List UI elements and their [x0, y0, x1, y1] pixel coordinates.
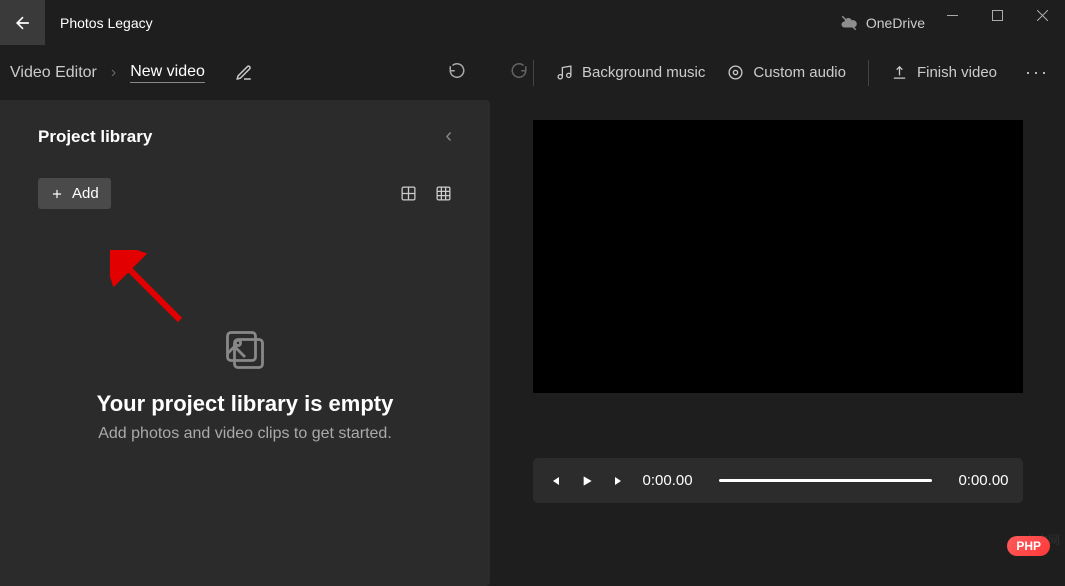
app-title: Photos Legacy	[60, 15, 153, 31]
custom-audio-button[interactable]: Custom audio	[727, 64, 846, 81]
cloud-off-icon	[840, 14, 858, 32]
empty-subtitle: Add photos and video clips to get starte…	[38, 425, 452, 443]
history-controls	[448, 61, 528, 84]
collapse-chevron-icon[interactable]: ‹	[445, 125, 452, 148]
titlebar: Photos Legacy OneDrive	[0, 0, 1065, 45]
edit-icon[interactable]	[235, 64, 253, 82]
background-music-button[interactable]: Background music	[556, 64, 705, 81]
maximize-button[interactable]	[975, 0, 1020, 30]
toolbar: Video Editor › New video Background musi…	[0, 45, 1065, 100]
toolbar-actions: Background music Custom audio Finish vid…	[533, 60, 1055, 86]
video-preview[interactable]	[533, 120, 1023, 393]
play-button[interactable]	[579, 473, 595, 489]
music-icon	[556, 64, 573, 81]
seek-bar[interactable]	[719, 479, 933, 482]
more-button[interactable]: ···	[1019, 62, 1055, 83]
breadcrumb[interactable]: Video Editor › New video	[10, 63, 253, 83]
main-content: Project library ‹ Add Your project libra…	[0, 100, 1065, 586]
player-controls: 0:00.00 0:00.00	[533, 458, 1023, 503]
preview-area: 0:00.00 0:00.00	[490, 100, 1065, 586]
close-button[interactable]	[1020, 0, 1065, 30]
audio-settings-icon	[727, 64, 744, 81]
plus-icon	[50, 187, 64, 201]
time-current: 0:00.00	[643, 472, 693, 489]
previous-frame-button[interactable]	[547, 473, 563, 489]
next-frame-button[interactable]	[611, 473, 627, 489]
media-placeholder-icon	[38, 329, 452, 371]
empty-state: Your project library is empty Add photos…	[38, 329, 452, 443]
grid-large-icon[interactable]	[400, 185, 417, 202]
redo-button[interactable]	[510, 61, 528, 84]
breadcrumb-section[interactable]: Video Editor	[10, 64, 97, 82]
divider	[533, 60, 534, 86]
add-button[interactable]: Add	[38, 178, 111, 209]
project-name[interactable]: New video	[130, 63, 205, 83]
onedrive-label: OneDrive	[866, 15, 925, 31]
php-watermark-badge: PHP	[1007, 536, 1050, 556]
empty-title: Your project library is empty	[38, 391, 452, 417]
back-button[interactable]	[0, 0, 45, 45]
library-actions: Add	[38, 178, 452, 209]
divider	[868, 60, 869, 86]
undo-button[interactable]	[448, 61, 466, 84]
time-total: 0:00.00	[958, 472, 1008, 489]
view-toggles	[400, 185, 452, 202]
grid-small-icon[interactable]	[435, 185, 452, 202]
export-icon	[891, 64, 908, 81]
library-title: Project library	[38, 127, 152, 147]
finish-video-button[interactable]: Finish video	[891, 64, 997, 81]
annotation-arrow	[110, 250, 200, 340]
project-library-panel: Project library ‹ Add Your project libra…	[0, 100, 490, 586]
chevron-right-icon: ›	[111, 64, 116, 82]
minimize-button[interactable]	[930, 0, 975, 30]
window-controls	[930, 0, 1065, 30]
library-header: Project library ‹	[38, 125, 452, 148]
